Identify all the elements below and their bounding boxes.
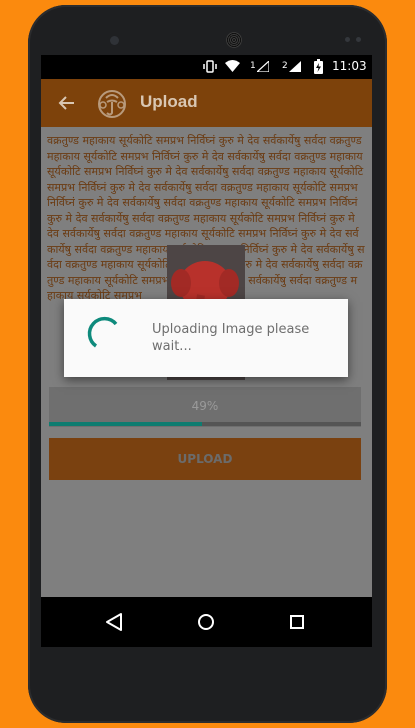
triangle-back-icon xyxy=(106,613,122,631)
upload-button[interactable]: UPLOAD xyxy=(49,438,361,480)
earpiece-speaker-icon xyxy=(226,32,242,48)
system-nav-bar xyxy=(41,597,372,647)
sim1-label: 1 xyxy=(250,61,256,71)
progress-percent-label: 49% xyxy=(191,399,219,413)
uploading-dialog: Uploading Image please wait... xyxy=(64,299,348,377)
signal-sim2-icon xyxy=(289,61,301,72)
proximity-sensor-icon xyxy=(345,37,350,42)
circle-home-icon xyxy=(198,614,214,630)
arrow-back-icon[interactable] xyxy=(58,94,76,116)
ganesha-logo-icon xyxy=(98,90,126,118)
app-bar: Upload xyxy=(41,79,372,127)
status-bar: 1 2 11:03 xyxy=(41,55,372,79)
wifi-icon xyxy=(225,60,240,72)
square-recents-icon xyxy=(290,615,304,629)
page-title: Upload xyxy=(140,92,198,111)
nav-home-button[interactable] xyxy=(176,597,236,647)
battery-charging-icon xyxy=(314,59,323,74)
loading-spinner-icon xyxy=(87,316,118,348)
clock-time: 11:03 xyxy=(332,59,367,73)
upload-progress: 49% xyxy=(49,387,361,427)
front-camera-icon xyxy=(110,36,119,45)
vibrate-icon xyxy=(203,60,217,73)
sim2-label: 2 xyxy=(282,61,288,71)
light-sensor-icon xyxy=(356,37,361,42)
progress-fill xyxy=(49,422,202,426)
dialog-message: Uploading Image please wait... xyxy=(152,322,310,354)
nav-back-button[interactable] xyxy=(84,597,144,647)
signal-sim1-icon xyxy=(257,61,269,72)
nav-recents-button[interactable] xyxy=(267,597,327,647)
phone-screen: 1 2 11:03 Upload वक्रतुण्ड महाकाय सूर्यक… xyxy=(41,55,372,647)
